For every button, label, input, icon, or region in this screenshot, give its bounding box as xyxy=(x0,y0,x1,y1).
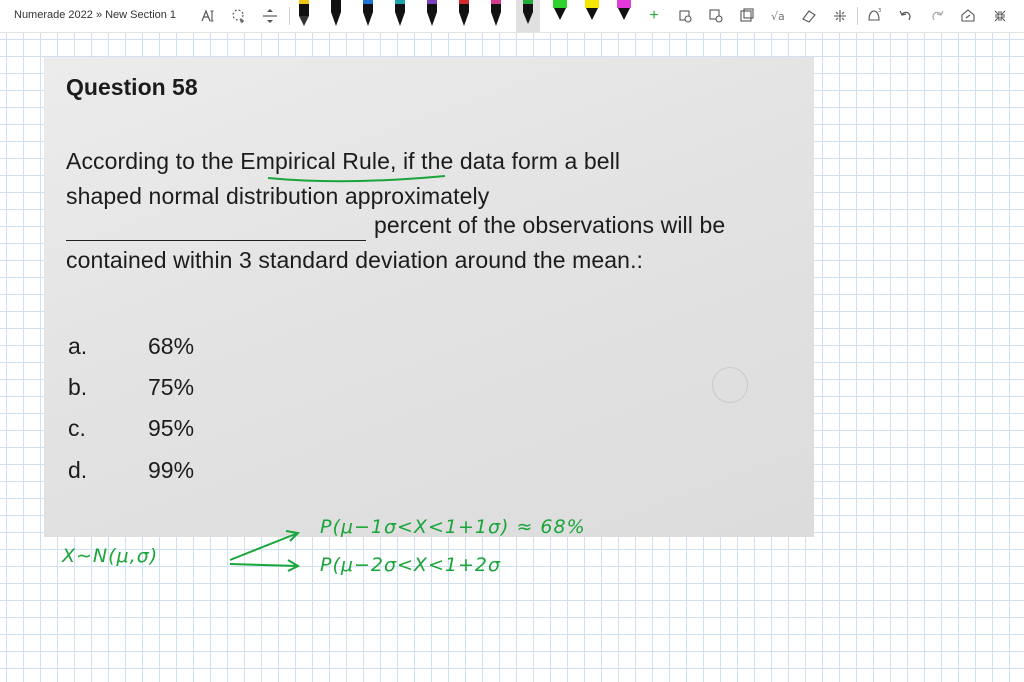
black-pen[interactable] xyxy=(297,0,311,28)
collapse-icon[interactable] xyxy=(990,6,1010,26)
question-line-1: According to the Empirical Rule, if the … xyxy=(66,148,621,174)
lasso-select-icon[interactable] xyxy=(229,6,249,26)
math-icon[interactable]: √a xyxy=(768,6,788,26)
breadcrumb[interactable]: Numerade 2022 » New Section 1 xyxy=(14,9,176,21)
ink-probability-line-1: P(μ−1σ<X<1+1σ) ≈ 68% xyxy=(320,516,586,538)
ink-to-shape-icon[interactable] xyxy=(675,6,695,26)
green-pen-selected[interactable] xyxy=(516,0,540,32)
pink-pen[interactable] xyxy=(489,0,503,28)
svg-text:√a: √a xyxy=(771,10,785,23)
ink-to-text-icon[interactable] xyxy=(706,6,726,26)
green-highlighter[interactable] xyxy=(553,0,567,28)
ink-replay-icon[interactable]: 3 xyxy=(864,6,884,26)
eraser-icon[interactable] xyxy=(799,6,819,26)
teal-pen[interactable] xyxy=(393,0,407,28)
question-line-3: percent of the observations will be xyxy=(374,212,726,238)
purple-pen[interactable] xyxy=(425,0,439,28)
share-icon[interactable] xyxy=(958,6,978,26)
question-title: Question 58 xyxy=(66,74,198,100)
question-line-2: shaped normal distribution approximately xyxy=(66,183,490,209)
toolbar-separator xyxy=(289,7,290,25)
lasso-type-icon[interactable] xyxy=(198,6,218,26)
option-d-letter: d. xyxy=(68,457,88,483)
magenta-highlighter[interactable] xyxy=(617,0,631,28)
ruler-icon[interactable] xyxy=(830,6,850,26)
red-pen[interactable] xyxy=(457,0,471,28)
ink-distribution-note: X∼N(μ,σ) xyxy=(62,545,159,567)
lasso-icon[interactable] xyxy=(737,6,757,26)
add-pen-button[interactable]: + xyxy=(644,6,664,26)
ribbon-toolbar: Numerade 2022 » New Section 1 + √a 3 xyxy=(0,0,1024,33)
question-image[interactable]: Question 58 According to the Empirical R… xyxy=(44,57,814,537)
insert-space-icon[interactable] xyxy=(260,6,280,26)
svg-text:3: 3 xyxy=(878,8,881,14)
photo-artifact-ring xyxy=(712,367,748,403)
option-b-value: 75% xyxy=(148,374,195,400)
option-c-value: 95% xyxy=(148,415,195,441)
option-b-letter: b. xyxy=(68,374,88,400)
black-pen-2[interactable] xyxy=(329,0,343,28)
ink-probability-line-2: P(μ−2σ<X<1+2σ xyxy=(320,554,502,576)
blue-pen[interactable] xyxy=(361,0,375,28)
undo-icon[interactable] xyxy=(896,6,916,26)
toolbar-separator xyxy=(857,7,858,25)
redo-icon[interactable] xyxy=(927,6,947,26)
option-d-value: 99% xyxy=(148,457,195,483)
option-a-letter: a. xyxy=(68,333,88,359)
yellow-highlighter[interactable] xyxy=(585,0,599,28)
option-a-value: 68% xyxy=(148,333,195,359)
answer-blank xyxy=(66,240,366,241)
question-line-4: contained within 3 standard deviation ar… xyxy=(66,247,644,273)
option-c-letter: c. xyxy=(68,415,86,441)
